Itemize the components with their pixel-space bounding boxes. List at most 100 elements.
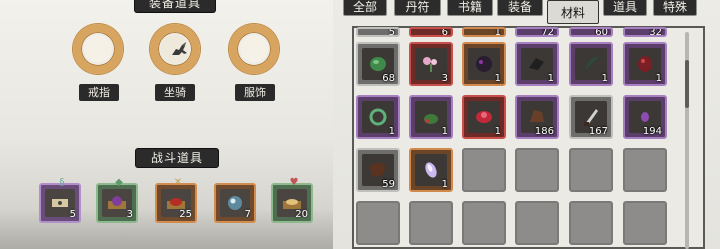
wood-chip-icon bbox=[530, 110, 544, 122]
item-count: 1 bbox=[388, 126, 395, 137]
inventory-slot[interactable]: 167 bbox=[569, 95, 613, 139]
item-count: 194 bbox=[642, 126, 662, 137]
item-count: 59 bbox=[382, 179, 395, 190]
item-count: 1 bbox=[547, 73, 554, 84]
item-count: 68 bbox=[382, 73, 395, 84]
black-claw-icon bbox=[529, 58, 544, 70]
mount-icon bbox=[172, 42, 187, 55]
inventory-slot[interactable]: 1 bbox=[462, 42, 506, 86]
item-count: 72 bbox=[541, 27, 554, 37]
item-count: 186 bbox=[534, 126, 554, 137]
battle-item-badge bbox=[230, 177, 244, 189]
tab-all[interactable]: 全部 bbox=[343, 0, 387, 16]
tab-items[interactable]: 道具 bbox=[603, 0, 647, 16]
tab-equipment[interactable]: 装备 bbox=[497, 0, 543, 16]
dark-beast-icon bbox=[476, 56, 492, 72]
inventory-slot[interactable]: 3 bbox=[409, 42, 453, 86]
herb-pot-icon bbox=[424, 114, 438, 124]
purple-gem-pack-icon bbox=[108, 196, 126, 209]
item-count: 1 bbox=[441, 126, 448, 137]
inventory-slot[interactable]: 68 bbox=[356, 42, 400, 86]
feather-icon bbox=[584, 56, 599, 71]
red-heart-icon bbox=[638, 56, 652, 72]
inventory-slot[interactable]: 59 bbox=[356, 148, 400, 192]
battle-item-badge: ✕ bbox=[173, 177, 183, 188]
battle-item-badge: § bbox=[59, 177, 65, 188]
purple-gem-icon bbox=[641, 112, 649, 122]
item-count: 1 bbox=[441, 179, 448, 190]
tab-pills[interactable]: 丹符 bbox=[394, 0, 441, 16]
item-count: 3 bbox=[441, 73, 448, 84]
item-count: 7 bbox=[244, 209, 251, 220]
inventory-slot[interactable]: 194 bbox=[623, 95, 667, 139]
item-count: 25 bbox=[179, 209, 192, 220]
inventory-slot[interactable]: 186 bbox=[515, 95, 559, 139]
mount-slot[interactable] bbox=[150, 24, 200, 74]
empty-inventory-slot[interactable] bbox=[356, 201, 400, 245]
empty-inventory-slot[interactable] bbox=[462, 148, 506, 192]
equip-section-title: 装备道具 bbox=[135, 0, 215, 12]
inventory-slot[interactable]: 1 bbox=[356, 95, 400, 139]
item-count: 1 bbox=[655, 73, 662, 84]
battle-section-title: 战斗道具 bbox=[136, 149, 218, 167]
inventory-slot[interactable]: 1 bbox=[623, 42, 667, 86]
item-count: 6 bbox=[441, 27, 448, 37]
inventory-slot[interactable]: 1 bbox=[409, 148, 453, 192]
empty-inventory-slot[interactable] bbox=[623, 201, 667, 245]
item-count: 1 bbox=[601, 73, 608, 84]
item-count: 1 bbox=[494, 126, 501, 137]
tab-books[interactable]: 书籍 bbox=[447, 0, 493, 16]
pink-flower-icon bbox=[423, 57, 437, 72]
equipment-panel: 装备道具 戒指 坐骑 服饰 战斗道具 § 5 ◆ 3 ✕ 25 7 ♥ 20 bbox=[0, 0, 333, 249]
battle-item-food[interactable]: ✕ 25 bbox=[155, 177, 197, 223]
battle-item-scroll[interactable]: § 5 bbox=[39, 177, 81, 223]
inventory-slot[interactable]: 1 bbox=[462, 27, 506, 37]
inventory-slot[interactable]: 5 bbox=[356, 27, 400, 37]
mount-slot-label: 坐骑 bbox=[155, 84, 195, 101]
inventory-slot[interactable]: 72 bbox=[515, 27, 559, 37]
empty-inventory-slot[interactable] bbox=[569, 148, 613, 192]
empty-inventory-slot[interactable] bbox=[409, 201, 453, 245]
battle-item-pearl[interactable]: 7 bbox=[214, 183, 256, 223]
item-count: 5 bbox=[69, 209, 76, 220]
battle-item-bread[interactable]: ♥ 20 bbox=[271, 177, 313, 223]
pearl-orb-icon bbox=[228, 196, 242, 210]
blade-shard-icon bbox=[584, 109, 598, 126]
brown-hide-icon bbox=[369, 162, 386, 177]
tab-materials[interactable]: 材料 bbox=[547, 0, 599, 24]
ring-slot-label: 戒指 bbox=[79, 84, 119, 101]
inventory-scroll-thumb[interactable] bbox=[685, 60, 689, 108]
inventory-slot[interactable]: 32 bbox=[623, 27, 667, 37]
green-leaf-icon bbox=[370, 57, 386, 71]
crystal-shard-icon bbox=[425, 162, 437, 178]
inventory-slot[interactable]: 1 bbox=[409, 95, 453, 139]
inventory-slot[interactable]: 1 bbox=[569, 42, 613, 86]
empty-inventory-slot[interactable] bbox=[515, 201, 559, 245]
item-count: 3 bbox=[126, 209, 133, 220]
scroll-icon bbox=[52, 199, 68, 207]
tab-special[interactable]: 特殊 bbox=[653, 0, 697, 16]
inventory-slot[interactable]: 1 bbox=[462, 95, 506, 139]
item-count: 20 bbox=[295, 209, 308, 220]
battle-item-gem[interactable]: ◆ 3 bbox=[96, 177, 138, 223]
empty-inventory-slot[interactable] bbox=[515, 148, 559, 192]
item-count: 1 bbox=[494, 27, 501, 37]
item-count: 1 bbox=[494, 73, 501, 84]
item-count: 5 bbox=[388, 27, 395, 37]
battle-item-badge: ◆ bbox=[115, 177, 123, 188]
item-count: 167 bbox=[588, 126, 608, 137]
empty-inventory-slot[interactable] bbox=[569, 201, 613, 245]
inventory-slot[interactable]: 60 bbox=[569, 27, 613, 37]
outfit-slot[interactable] bbox=[229, 24, 279, 74]
inventory-slot[interactable]: 6 bbox=[409, 27, 453, 37]
battle-item-badge: ♥ bbox=[289, 177, 299, 188]
ring-slot[interactable] bbox=[73, 24, 123, 74]
outfit-slot-label: 服饰 bbox=[235, 84, 275, 101]
red-lotus-icon bbox=[476, 111, 492, 123]
empty-inventory-slot[interactable] bbox=[623, 148, 667, 192]
jade-ring-icon bbox=[369, 108, 387, 126]
empty-inventory-slot[interactable] bbox=[462, 201, 506, 245]
inventory-slot[interactable]: 1 bbox=[515, 42, 559, 86]
item-count: 32 bbox=[649, 27, 662, 37]
item-count: 60 bbox=[595, 27, 608, 37]
